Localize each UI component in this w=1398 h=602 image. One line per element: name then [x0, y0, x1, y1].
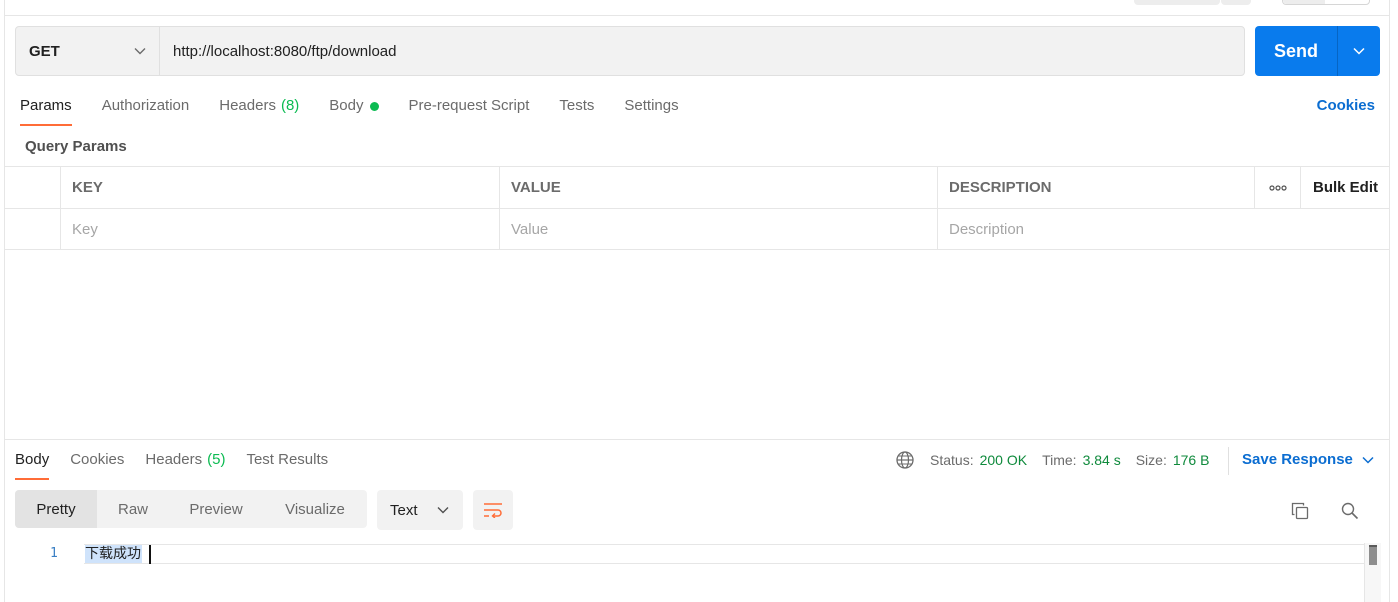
table-header-row: KEY VALUE DESCRIPTION Bulk Edit — [4, 166, 1390, 208]
row-handle-header — [4, 167, 61, 208]
url-input[interactable] — [160, 27, 1244, 75]
copy-icon — [1291, 502, 1309, 520]
view-visualize[interactable]: Visualize — [263, 490, 367, 528]
top-toolbar-button[interactable] — [1134, 0, 1220, 5]
editor-scrollbar[interactable] — [1364, 543, 1381, 602]
response-view-switcher: Pretty Raw Preview Visualize — [15, 490, 367, 528]
top-toggle[interactable] — [1282, 0, 1370, 5]
tab-headers[interactable]: Headers (8) — [219, 92, 299, 126]
size-value: 176 B — [1172, 452, 1210, 468]
column-header-key: KEY — [61, 167, 500, 208]
tab-body[interactable]: Body — [329, 92, 379, 126]
editor-active-line — [84, 544, 1366, 564]
column-header-description: DESCRIPTION — [938, 167, 1255, 208]
time-label: Time: — [1042, 452, 1077, 468]
chevron-down-icon — [134, 48, 146, 55]
tab-pre-request-script[interactable]: Pre-request Script — [409, 92, 530, 126]
response-divider — [4, 439, 1390, 440]
format-select[interactable]: Text — [377, 490, 463, 530]
table-row — [4, 208, 1390, 250]
response-tabs: Body Cookies Headers (5) Test Results — [15, 448, 349, 480]
pane-left-border — [4, 16, 5, 602]
value-cell — [500, 209, 938, 249]
tab-settings[interactable]: Settings — [624, 92, 678, 126]
bulk-edit-button[interactable]: Bulk Edit — [1301, 167, 1390, 208]
size-group[interactable]: Size: 176 B — [1136, 452, 1210, 468]
chevron-down-icon — [437, 507, 449, 514]
column-header-value: VALUE — [500, 167, 938, 208]
top-toolbar-button-secondary[interactable] — [1221, 0, 1251, 5]
wrap-icon — [484, 503, 502, 518]
response-tab-body[interactable]: Body — [15, 448, 50, 480]
tab-label: Headers — [145, 451, 203, 468]
wrap-lines-button[interactable] — [473, 490, 513, 530]
headers-count: (8) — [280, 97, 300, 114]
cookies-link[interactable]: Cookies — [1317, 97, 1375, 114]
view-pretty[interactable]: Pretty — [15, 490, 97, 528]
tab-label: Body — [15, 451, 50, 468]
tab-label: Headers — [219, 97, 276, 114]
chevron-down-icon — [1353, 47, 1365, 55]
line-number: 1 — [50, 546, 58, 561]
top-toggle-half — [1283, 0, 1325, 4]
value-input[interactable] — [511, 220, 937, 238]
save-response-label: Save Response — [1242, 451, 1353, 468]
tab-label: Tests — [559, 97, 595, 114]
search-icon — [1341, 502, 1359, 520]
view-preview[interactable]: Preview — [169, 490, 263, 528]
globe-icon[interactable] — [895, 450, 915, 470]
tab-tests[interactable]: Tests — [559, 92, 594, 126]
description-input[interactable] — [949, 220, 1390, 238]
tab-label: Pre-request Script — [408, 97, 530, 114]
request-url-bar: GET — [15, 26, 1245, 76]
response-body-text[interactable]: 下载成功 — [85, 545, 142, 563]
search-button[interactable] — [1336, 497, 1364, 525]
send-dropdown-button[interactable] — [1338, 26, 1380, 76]
query-params-title: Query Params — [25, 138, 127, 155]
response-tab-cookies[interactable]: Cookies — [70, 448, 124, 480]
status-group[interactable]: Status: 200 OK — [930, 452, 1027, 468]
description-cell — [938, 209, 1390, 249]
tab-params[interactable]: Params — [20, 92, 72, 126]
method-select[interactable]: GET — [16, 27, 160, 75]
status-label: Status: — [930, 452, 974, 468]
request-tabs: Params Authorization Headers (8) Body Pre… — [20, 92, 709, 126]
meta-separator — [1228, 447, 1229, 475]
response-headers-count: (5) — [207, 451, 226, 468]
scrollbar-thumb[interactable] — [1369, 545, 1377, 565]
key-input[interactable] — [72, 220, 499, 238]
response-meta: Status: 200 OK Time: 3.84 s Size: 176 B — [895, 450, 1224, 470]
copy-button[interactable] — [1286, 497, 1314, 525]
time-value: 3.84 s — [1082, 452, 1121, 468]
pane-right-border — [1389, 16, 1390, 602]
tab-authorization[interactable]: Authorization — [102, 92, 190, 126]
response-tab-test-results[interactable]: Test Results — [246, 448, 328, 480]
row-checkbox-cell — [4, 209, 61, 249]
query-params-table: KEY VALUE DESCRIPTION Bulk Edit — [4, 166, 1390, 250]
send-button[interactable]: Send — [1255, 26, 1338, 76]
more-options-button[interactable] — [1255, 167, 1301, 208]
status-value: 200 OK — [979, 452, 1028, 468]
save-response-button[interactable]: Save Response — [1242, 451, 1374, 468]
tab-label: Params — [20, 97, 72, 114]
send-button-group: Send — [1255, 26, 1380, 76]
method-label: GET — [29, 42, 60, 60]
time-group[interactable]: Time: 3.84 s — [1042, 452, 1121, 468]
key-cell — [61, 209, 500, 249]
tab-label: Cookies — [70, 451, 125, 468]
response-tab-headers[interactable]: Headers (5) — [145, 448, 225, 480]
chevron-down-icon — [1362, 456, 1374, 464]
tab-label: Body — [329, 97, 364, 114]
tab-label: Settings — [624, 97, 679, 114]
tab-label: Authorization — [101, 97, 190, 114]
body-indicator-dot — [369, 102, 379, 111]
format-label: Text — [390, 501, 418, 519]
size-label: Size: — [1135, 452, 1167, 468]
text-cursor — [149, 545, 151, 564]
tab-label: Test Results — [246, 451, 329, 468]
more-horizontal-icon — [1268, 184, 1287, 191]
view-raw[interactable]: Raw — [97, 490, 169, 528]
